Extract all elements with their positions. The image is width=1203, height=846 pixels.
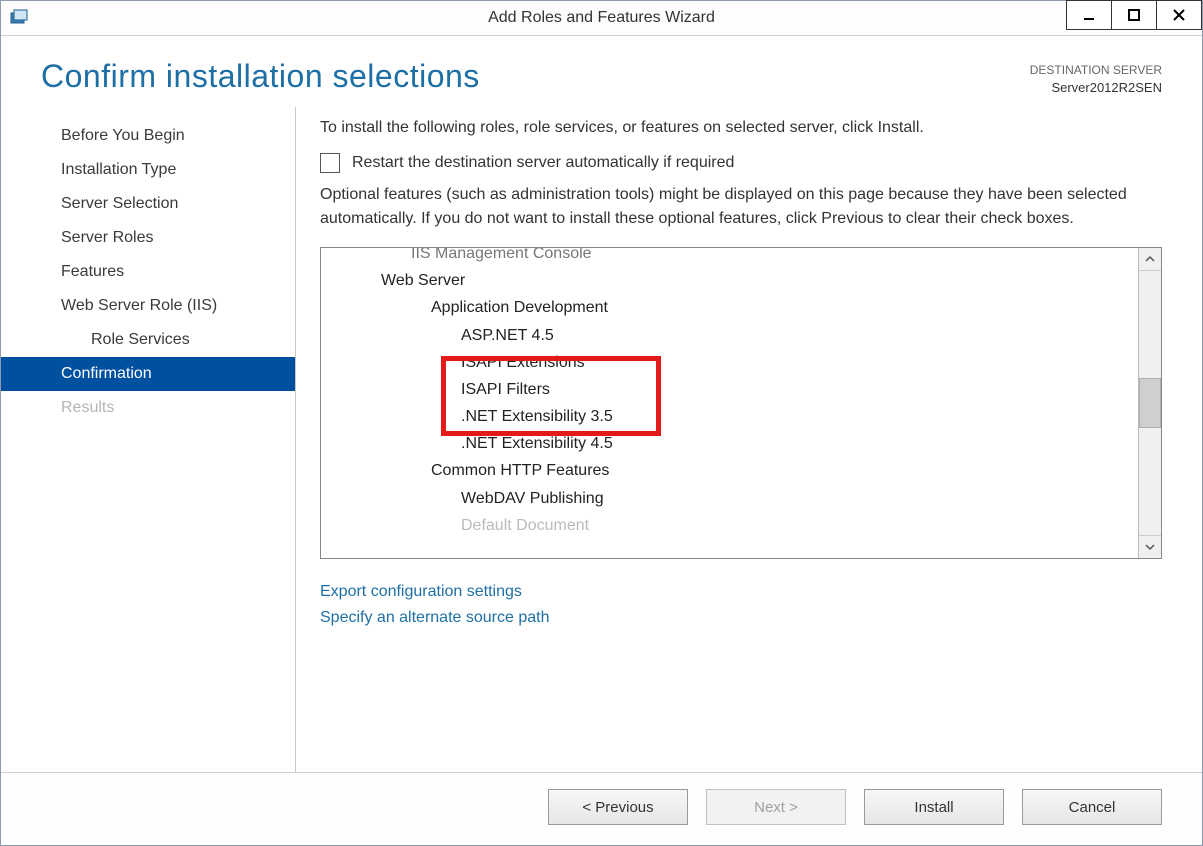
header: Confirm installation selections DESTINAT… bbox=[1, 36, 1202, 107]
restart-checkbox-row[interactable]: Restart the destination server automatic… bbox=[320, 153, 1162, 173]
tree-item: IIS Management Console bbox=[321, 248, 1138, 267]
tree-item: .NET Extensibility 4.5 bbox=[321, 430, 1138, 457]
restart-checkbox-label: Restart the destination server automatic… bbox=[352, 154, 734, 172]
tree-item: WebDAV Publishing bbox=[321, 485, 1138, 512]
page-title: Confirm installation selections bbox=[41, 58, 480, 95]
destination-server-label: DESTINATION SERVER bbox=[1030, 62, 1162, 79]
wizard-step-installation-type[interactable]: Installation Type bbox=[1, 153, 295, 187]
wizard-step-web-server-role-iis[interactable]: Web Server Role (IIS) bbox=[1, 289, 295, 323]
restart-checkbox[interactable] bbox=[320, 153, 340, 173]
wizard-step-role-services[interactable]: Role Services bbox=[1, 323, 295, 357]
tree-item: Web Server bbox=[321, 267, 1138, 294]
intro-text: To install the following roles, role ser… bbox=[320, 119, 1162, 137]
previous-button[interactable]: < Previous bbox=[548, 789, 688, 825]
scroll-track[interactable] bbox=[1139, 271, 1161, 535]
install-button[interactable]: Install bbox=[864, 789, 1004, 825]
wizard-step-server-roles[interactable]: Server Roles bbox=[1, 221, 295, 255]
wizard-step-confirmation[interactable]: Confirmation bbox=[1, 357, 295, 391]
scroll-up-button[interactable] bbox=[1139, 248, 1161, 271]
wizard-step-server-selection[interactable]: Server Selection bbox=[1, 187, 295, 221]
wizard-step-features[interactable]: Features bbox=[1, 255, 295, 289]
scroll-down-button[interactable] bbox=[1139, 535, 1161, 558]
wizard-window: Add Roles and Features Wizard Confirm in… bbox=[0, 0, 1203, 846]
window-title: Add Roles and Features Wizard bbox=[1, 9, 1202, 27]
tree-item: Common HTTP Features bbox=[321, 457, 1138, 484]
tree-item: ISAPI Filters bbox=[321, 376, 1138, 403]
footer-buttons: < Previous Next > Install Cancel bbox=[1, 772, 1202, 845]
export-config-link[interactable]: Export configuration settings bbox=[320, 579, 1162, 605]
scroll-thumb[interactable] bbox=[1139, 378, 1161, 428]
tree-item: ASP.NET 4.5 bbox=[321, 322, 1138, 349]
wizard-steps-sidebar: Before You BeginInstallation TypeServer … bbox=[1, 107, 296, 772]
selections-tree: IIS Management Console Web Server Applic… bbox=[321, 248, 1138, 558]
app-icon bbox=[9, 8, 29, 28]
tree-item: Default Document bbox=[321, 512, 1138, 539]
main-content: To install the following roles, role ser… bbox=[296, 107, 1202, 772]
window-controls bbox=[1067, 0, 1202, 30]
action-links: Export configuration settings Specify an… bbox=[320, 579, 1162, 630]
optional-features-text: Optional features (such as administratio… bbox=[320, 183, 1162, 231]
destination-server: DESTINATION SERVER Server2012R2SEN bbox=[1030, 58, 1162, 97]
wizard-step-before-you-begin[interactable]: Before You Begin bbox=[1, 119, 295, 153]
close-button[interactable] bbox=[1156, 0, 1202, 30]
maximize-button[interactable] bbox=[1111, 0, 1157, 30]
minimize-button[interactable] bbox=[1066, 0, 1112, 30]
destination-server-value: Server2012R2SEN bbox=[1030, 79, 1162, 97]
wizard-step-results: Results bbox=[1, 391, 295, 425]
tree-item: Application Development bbox=[321, 294, 1138, 321]
selections-list: IIS Management Console Web Server Applic… bbox=[320, 247, 1162, 559]
cancel-button[interactable]: Cancel bbox=[1022, 789, 1162, 825]
next-button: Next > bbox=[706, 789, 846, 825]
alternate-source-link[interactable]: Specify an alternate source path bbox=[320, 605, 1162, 631]
selections-scrollbar[interactable] bbox=[1138, 248, 1161, 558]
tree-item: ISAPI Extensions bbox=[321, 349, 1138, 376]
body: Before You BeginInstallation TypeServer … bbox=[1, 107, 1202, 772]
titlebar: Add Roles and Features Wizard bbox=[1, 1, 1202, 36]
tree-item: .NET Extensibility 3.5 bbox=[321, 403, 1138, 430]
